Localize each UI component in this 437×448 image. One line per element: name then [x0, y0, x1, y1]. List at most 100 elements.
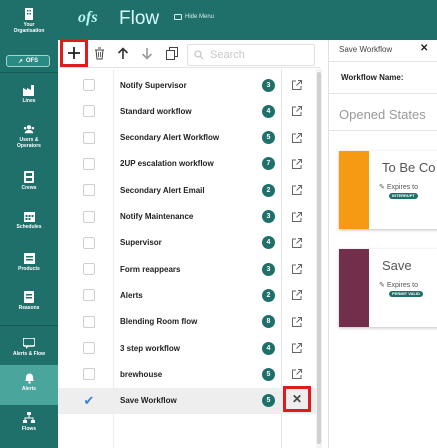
workflow-name: Secondary Alert Email	[120, 185, 205, 195]
open-external-icon[interactable]	[291, 237, 303, 249]
panel-title: Save Workflow	[339, 45, 393, 54]
list-scrollbar[interactable]	[316, 69, 322, 448]
open-external-icon[interactable]	[291, 316, 303, 328]
hide-menu-icon	[174, 14, 182, 20]
state-count-badge: 7	[262, 157, 275, 171]
panel-divider	[329, 93, 437, 94]
row-checkbox[interactable]	[83, 368, 95, 381]
ofs-button-label: OFS	[25, 58, 39, 64]
sidebar-divider	[0, 325, 58, 326]
workflow-name: 3 step workflow	[120, 343, 181, 353]
state-card[interactable]: To Be Co ✎ Expires to INTERRUPT	[339, 151, 437, 229]
table-row[interactable]: Supervisor 4	[58, 230, 320, 256]
open-external-icon[interactable]	[291, 184, 303, 196]
table-row[interactable]: Secondary Alert Workflow 5	[58, 125, 320, 151]
workflow-name: Alerts	[120, 290, 143, 300]
state-tag: INTERRUPT	[389, 193, 418, 199]
table-row[interactable]: Secondary Alert Email 2	[58, 177, 320, 203]
row-checkbox[interactable]	[83, 342, 95, 354]
factory-icon	[23, 84, 35, 96]
sidebar-item-lines[interactable]: Lines	[0, 84, 58, 104]
state-count-badge: 4	[262, 341, 275, 355]
sidebar-org[interactable]: Your Organisation	[0, 8, 58, 34]
row-checkbox[interactable]	[83, 263, 95, 276]
open-external-icon[interactable]	[291, 132, 303, 144]
building-icon	[23, 8, 35, 20]
row-checkbox[interactable]	[83, 210, 95, 223]
copy-icon	[166, 46, 178, 60]
open-external-icon[interactable]	[291, 105, 303, 117]
row-checkbox[interactable]	[83, 236, 95, 249]
table-row[interactable]: ✔ Save Workflow 5	[58, 387, 320, 414]
open-external-icon[interactable]	[291, 289, 303, 301]
row-checkbox[interactable]	[83, 105, 95, 118]
panel-close-button[interactable]: ✕	[420, 43, 428, 54]
row-checkbox[interactable]: ✔	[83, 394, 95, 407]
open-external-icon[interactable]	[291, 368, 303, 380]
table-row[interactable]: Form reappears 3	[58, 256, 320, 282]
table-row[interactable]: brewhouse 5	[58, 361, 320, 387]
sidebar-item-label: Lines	[22, 98, 36, 104]
flows-icon	[23, 412, 35, 424]
search-box[interactable]: Search	[187, 44, 315, 66]
state-count-badge: 2	[262, 288, 275, 302]
state-card[interactable]: Save ✎ Expires to PERMIT VALID	[339, 249, 437, 327]
sidebar-item-label: Reasons	[18, 305, 40, 311]
state-count-badge: 5	[262, 367, 275, 381]
open-external-icon[interactable]	[291, 158, 303, 170]
sidebar-item-crews[interactable]: Crews	[0, 171, 58, 191]
scrollbar-thumb[interactable]	[317, 72, 321, 444]
sidebar-item-users[interactable]: Users & Operators	[0, 123, 58, 149]
delete-button[interactable]	[89, 43, 109, 63]
table-row[interactable]: Alerts 2	[58, 282, 320, 308]
row-checkbox[interactable]	[83, 184, 95, 197]
hide-menu-button[interactable]: Hide Menu	[174, 14, 214, 20]
open-external-icon[interactable]	[291, 263, 303, 275]
sidebar-item-products[interactable]: Products	[0, 252, 58, 272]
trash-icon	[94, 47, 104, 59]
state-color-bar	[339, 151, 369, 229]
crews-icon	[23, 171, 35, 183]
bell-icon	[23, 372, 35, 384]
products-icon	[23, 252, 35, 264]
state-count-badge: 2	[262, 183, 275, 197]
sidebar-item-alerts[interactable]: Alerts	[0, 372, 58, 392]
table-row[interactable]: Notify Maintenance 3	[58, 204, 320, 230]
chat-icon	[23, 337, 35, 349]
search-input[interactable]: Search	[210, 49, 245, 61]
table-row[interactable]: Standard workflow 4	[58, 98, 320, 124]
sidebar-item-flows[interactable]: Flows	[0, 412, 58, 432]
state-expiry: ✎ Expires to	[379, 183, 418, 192]
move-down-button[interactable]	[137, 43, 157, 63]
row-checkbox[interactable]	[83, 131, 95, 144]
workflow-name: Supervisor	[120, 238, 162, 248]
row-checkbox[interactable]	[83, 79, 95, 91]
workflow-name: brewhouse	[120, 369, 163, 379]
add-button[interactable]	[64, 43, 84, 63]
remove-workflow-button[interactable]: ✕	[283, 386, 311, 412]
table-row[interactable]: Blending Room flow 8	[58, 309, 320, 335]
open-external-icon[interactable]	[291, 79, 303, 91]
move-up-button[interactable]	[113, 43, 133, 63]
state-count-badge: 3	[262, 262, 275, 276]
search-icon	[194, 50, 204, 60]
sidebar-item-alerts-flow[interactable]: Alerts & Flow	[0, 337, 58, 357]
panel-divider	[329, 61, 437, 62]
ofs-button[interactable]: ↗ OFS	[6, 55, 50, 67]
panel-divider	[329, 130, 437, 131]
row-checkbox[interactable]	[83, 315, 95, 328]
close-icon: ✕	[291, 392, 303, 406]
open-external-icon[interactable]	[291, 211, 303, 223]
row-checkbox[interactable]	[83, 157, 95, 170]
sidebar-item-schedules[interactable]: Schedules	[0, 210, 58, 230]
table-row[interactable]: 2UP escalation workflow 7	[58, 151, 320, 177]
state-expiry-text: Expires to	[386, 183, 418, 191]
plus-icon	[68, 47, 80, 59]
page-title: Flow	[119, 8, 160, 29]
table-row[interactable]: 3 step workflow 4	[58, 335, 320, 361]
sidebar-item-reasons[interactable]: Reasons	[0, 291, 58, 311]
open-external-icon[interactable]	[291, 342, 303, 354]
table-row[interactable]: Notify Supervisor 3	[58, 72, 320, 98]
row-checkbox[interactable]	[83, 289, 95, 302]
copy-button[interactable]	[162, 43, 182, 63]
